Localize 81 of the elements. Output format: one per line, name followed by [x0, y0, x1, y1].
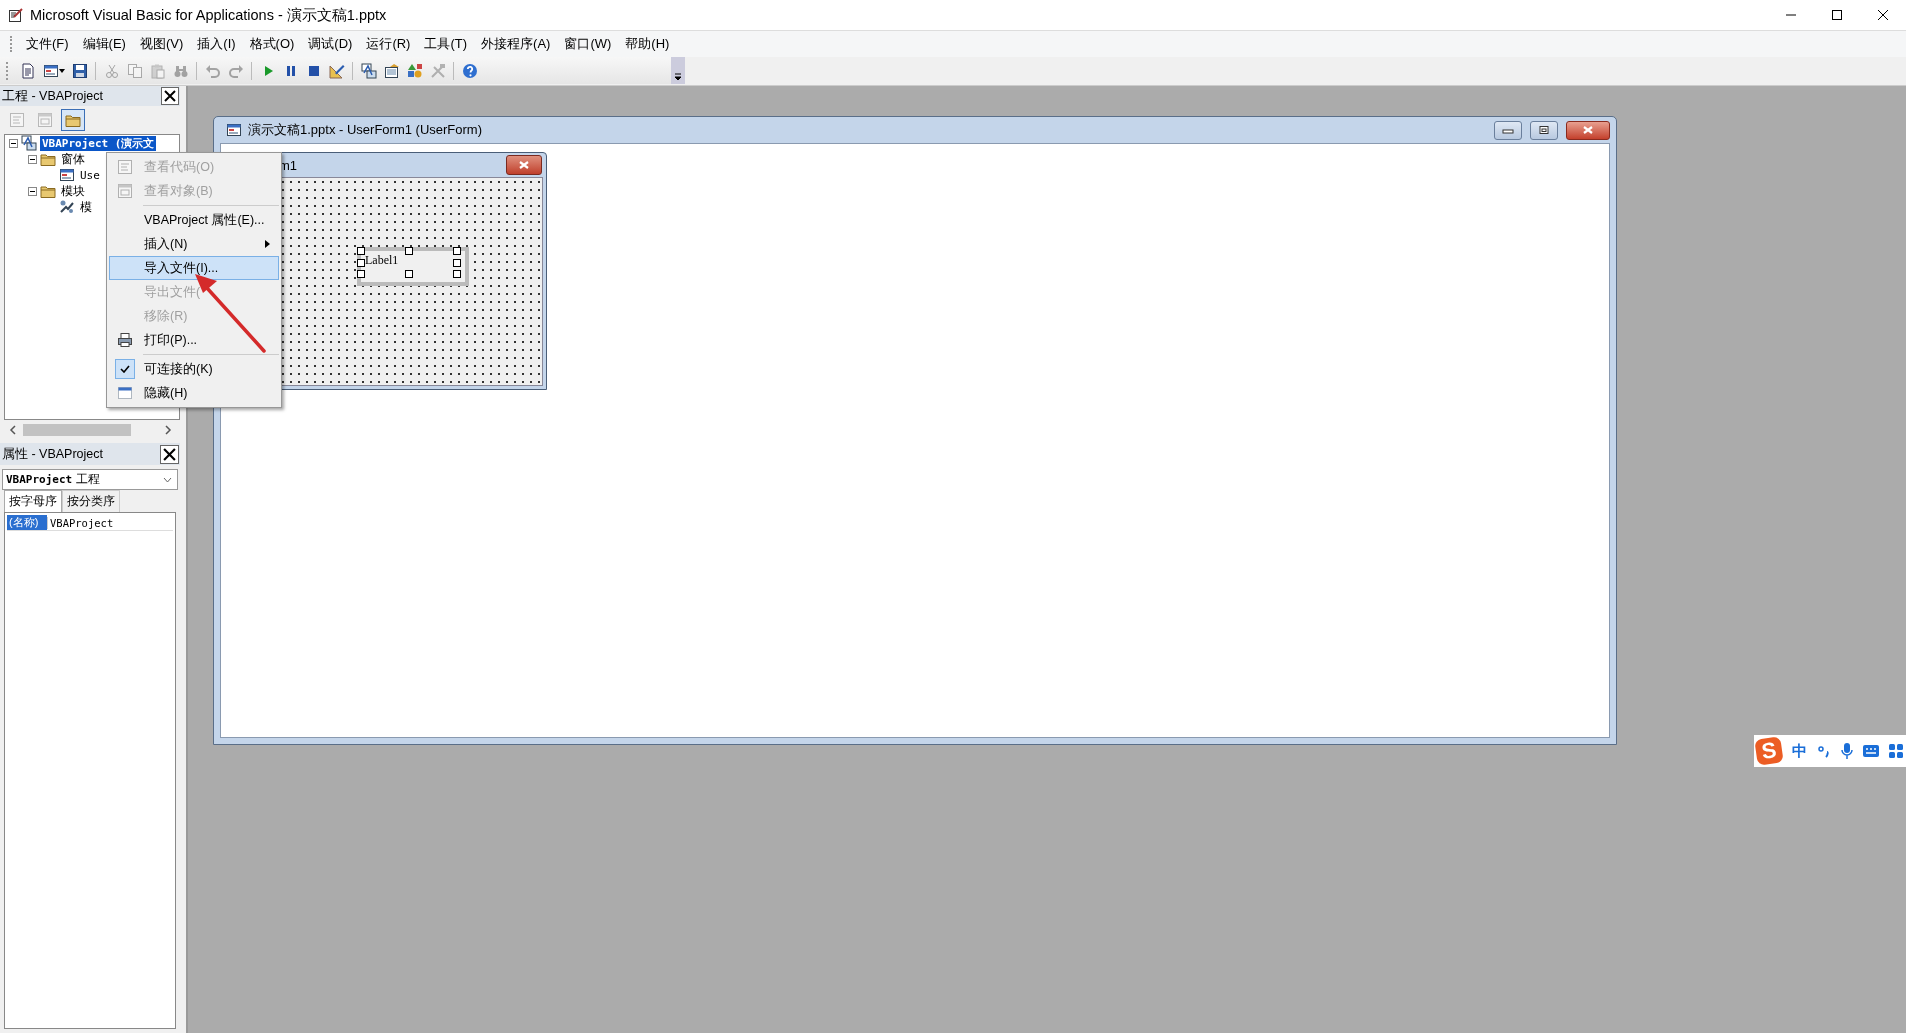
window-title: 演示文稿1.pptx - UserForm1 (UserForm) — [248, 121, 483, 139]
collapse-icon[interactable] — [28, 186, 37, 196]
close-button[interactable] — [160, 444, 179, 464]
restore-button[interactable] — [1530, 120, 1558, 140]
menu-item[interactable]: 窗口(W) — [557, 32, 619, 56]
close-button[interactable] — [161, 87, 179, 105]
restore-icon — [1538, 125, 1550, 135]
menu-item[interactable]: 隐藏(H) — [109, 381, 279, 405]
property-value[interactable]: VBAProject — [47, 516, 114, 529]
maximize-button[interactable] — [1831, 9, 1843, 21]
folder-icon[interactable] — [65, 112, 81, 128]
menu-item[interactable]: 导入文件(I)... — [109, 256, 279, 280]
menu-item[interactable]: 插入(N) — [109, 232, 279, 256]
microphone-icon[interactable] — [1841, 743, 1853, 759]
tree-item[interactable]: 模 — [78, 199, 94, 215]
help-icon[interactable] — [461, 62, 478, 79]
window-title: Microsoft Visual Basic for Applications - 演示文稿1.pptx — [30, 5, 387, 25]
keyboard-icon[interactable] — [1863, 745, 1879, 757]
tree-item[interactable]: Use — [78, 167, 102, 183]
close-button[interactable] — [1566, 120, 1610, 140]
menu-item[interactable]: 外接程序(A) — [474, 32, 558, 56]
close-button[interactable] — [1877, 9, 1889, 21]
menu-item[interactable]: 调试(D) — [301, 32, 360, 56]
code-window-icon — [117, 159, 133, 175]
input-mode[interactable]: 中 — [1792, 741, 1807, 761]
panel-title: 工程 - VBAProject — [2, 87, 104, 105]
minimize-button[interactable] — [1494, 120, 1522, 140]
minimize-icon — [1502, 126, 1514, 134]
menu-item[interactable]: 文件(F) — [19, 32, 76, 56]
property-name[interactable]: (名称) — [7, 515, 47, 530]
properties-icon[interactable] — [383, 62, 400, 79]
form-icon — [226, 122, 242, 138]
module-icon — [59, 199, 75, 215]
folder-icon — [40, 151, 56, 167]
tab[interactable]: 按分类序 — [62, 490, 120, 512]
save-icon[interactable] — [71, 62, 88, 79]
tree-item[interactable]: 模块 — [59, 183, 87, 199]
caret-icon[interactable] — [59, 68, 65, 73]
tree-item[interactable]: 窗体 — [59, 151, 87, 167]
menu-item[interactable]: 运行(R) — [359, 32, 418, 56]
document-icon[interactable] — [19, 62, 36, 79]
app-icon — [8, 7, 24, 23]
project-icon[interactable] — [360, 62, 377, 79]
close-icon — [164, 90, 176, 102]
menu-item[interactable]: 打印(P)... — [109, 328, 279, 352]
scrollbar-thumb[interactable] — [23, 424, 131, 436]
collapse-icon[interactable] — [9, 138, 18, 148]
folder-icon — [40, 183, 56, 199]
tab[interactable]: 按字母序 — [4, 490, 62, 512]
close-button[interactable] — [506, 155, 542, 175]
punctuation-icon[interactable] — [1817, 744, 1831, 758]
scroll-right-icon[interactable] — [164, 425, 172, 435]
scroll-left-icon[interactable] — [9, 425, 17, 435]
collapse-icon[interactable] — [28, 154, 37, 164]
menu-item[interactable]: 工具(T) — [417, 32, 475, 56]
menu-item[interactable]: 插入(I) — [190, 32, 243, 56]
toolbar-options-icon[interactable] — [674, 73, 682, 81]
menu-item[interactable]: 可连接的(K) — [109, 357, 279, 381]
chevron-down-icon[interactable] — [163, 476, 172, 483]
form-icon — [117, 183, 133, 199]
menu-item[interactable]: 编辑(E) — [75, 32, 133, 56]
objects-icon[interactable] — [406, 62, 423, 79]
close-icon — [163, 447, 176, 461]
resize-handle[interactable] — [405, 270, 413, 278]
close-icon — [518, 160, 530, 170]
menu-item[interactable]: VBAProject 属性(E)... — [109, 208, 279, 232]
object-dropdown[interactable]: VBAProject 工程 — [2, 469, 178, 490]
panel-title: 属性 - VBAProject — [2, 445, 104, 463]
close-icon — [1582, 125, 1594, 135]
menu-item[interactable]: 格式(O) — [242, 32, 302, 56]
menu-item[interactable]: 视图(V) — [132, 32, 191, 56]
printer-icon — [117, 332, 133, 348]
ruler-pencil-icon[interactable] — [328, 62, 345, 79]
form-icon — [59, 167, 75, 183]
resize-handle[interactable] — [405, 247, 413, 255]
check-icon — [120, 365, 130, 373]
window-icon — [117, 385, 133, 401]
grid-icon[interactable] — [1889, 744, 1903, 758]
form-icon[interactable] — [42, 62, 59, 79]
tree-item[interactable]: VBAProject (演示文 — [40, 135, 157, 151]
menu-item[interactable]: 帮助(H) — [618, 32, 677, 56]
